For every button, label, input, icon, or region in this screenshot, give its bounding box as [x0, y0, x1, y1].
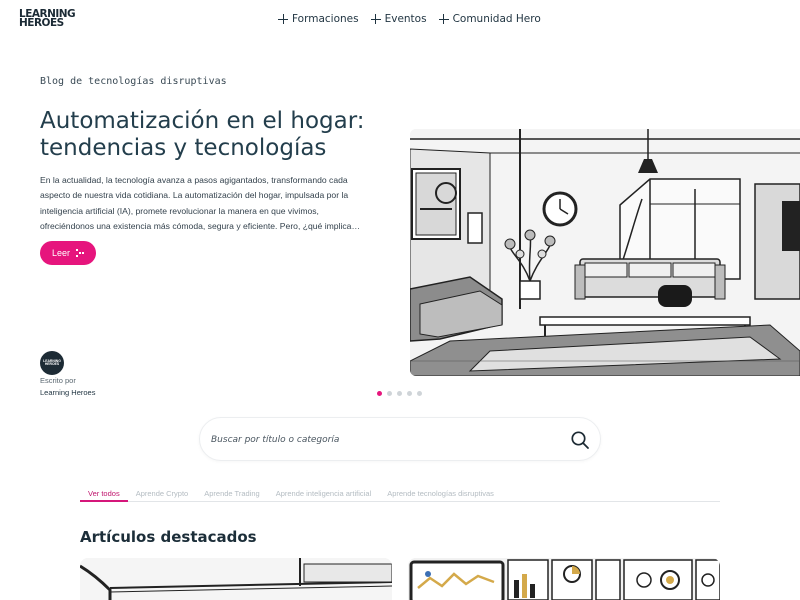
hero-title[interactable]: Automatización en el hogar: tendencias y…	[40, 108, 380, 162]
brand-logo[interactable]: LEARNING HEROES	[19, 9, 76, 27]
featured-card[interactable]	[408, 558, 720, 600]
pixel-arrow-icon	[76, 249, 84, 257]
author-label: Escrito por	[40, 376, 76, 385]
card-image	[80, 558, 392, 600]
carousel-dot[interactable]	[387, 391, 392, 396]
author-avatar: LEARNING HEROES	[40, 351, 64, 375]
category-tabs: Ver todos Aprende Crypto Aprende Trading…	[80, 488, 720, 502]
tab-ver-todos[interactable]: Ver todos	[80, 488, 128, 502]
main-nav: Formaciones Eventos Comunidad Hero	[278, 13, 541, 25]
read-button-label: Leer	[52, 248, 71, 258]
tab-aprende-ia[interactable]: Aprende inteligencia artificial	[268, 488, 379, 502]
carousel-dot[interactable]	[407, 391, 412, 396]
header: LEARNING HEROES Formaciones Eventos Comu…	[0, 0, 800, 42]
tab-aprende-crypto[interactable]: Aprende Crypto	[128, 488, 197, 502]
author-name: Learning Heroes	[40, 388, 96, 397]
hero-eyebrow: Blog de tecnologías disruptivas	[40, 76, 227, 87]
nav-item-formaciones[interactable]: Formaciones	[278, 13, 359, 25]
carousel-dot[interactable]	[397, 391, 402, 396]
tab-aprende-tecnologias-disruptivas[interactable]: Aprende tecnologías disruptivas	[379, 488, 502, 502]
plus-icon	[278, 14, 288, 24]
carousel-dots	[377, 391, 422, 396]
nav-item-comunidad-hero[interactable]: Comunidad Hero	[438, 13, 541, 25]
plus-icon	[438, 14, 449, 24]
card-image	[408, 558, 720, 600]
hero-excerpt: En la actualidad, la tecnología avanza a…	[40, 175, 361, 231]
nav-item-label: Eventos	[384, 13, 427, 25]
carousel-dot[interactable]	[417, 391, 422, 396]
plus-icon	[370, 14, 381, 24]
featured-card[interactable]	[80, 558, 392, 600]
carousel-dot[interactable]	[377, 391, 382, 396]
search-bar	[199, 417, 601, 461]
hero-image[interactable]	[410, 129, 800, 376]
read-button[interactable]: Leer	[40, 241, 96, 265]
search-icon[interactable]	[570, 430, 590, 450]
nav-item-label: Comunidad Hero	[452, 13, 541, 25]
living-room-illustration	[410, 129, 800, 376]
search-input[interactable]	[211, 431, 551, 449]
tab-aprende-trading[interactable]: Aprende Trading	[196, 488, 267, 502]
nav-item-label: Formaciones	[292, 13, 359, 25]
nav-item-eventos[interactable]: Eventos	[370, 13, 427, 25]
featured-section-title: Artículos destacados	[80, 528, 257, 546]
